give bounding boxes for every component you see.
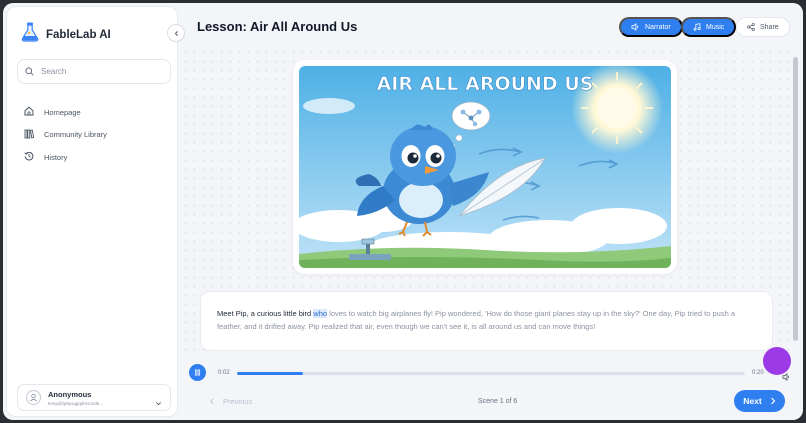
- current-time: 0:02: [218, 370, 230, 376]
- total-time: 0:20: [752, 370, 764, 376]
- sidebar-item-label: Homepage: [44, 107, 81, 117]
- lesson-main: Lesson: Air All Around Us Narrator Music…: [181, 6, 800, 417]
- music-button[interactable]: Music: [681, 17, 737, 37]
- chevron-left-icon: [210, 398, 214, 405]
- user-icon: [29, 393, 38, 402]
- user-menu[interactable]: Anonymous temp@tp9yxqgqdmsonde...: [17, 384, 171, 411]
- brand[interactable]: FableLab AI: [21, 22, 111, 47]
- music-note-icon: [693, 23, 701, 31]
- sidebar: FableLab AI Homepage Community Library: [6, 6, 178, 417]
- chevron-down-icon: [155, 394, 162, 412]
- search-icon: [25, 63, 34, 81]
- collapse-sidebar-button[interactable]: [167, 24, 185, 42]
- story-text: Meet Pip, a curious little bird who love…: [200, 291, 773, 351]
- scene-illustration: AIR ALL AROUND US: [293, 60, 677, 274]
- scene-counter: Scene 1 of 6: [478, 398, 518, 405]
- sidebar-item-label: History: [44, 152, 68, 162]
- speaker-icon: [631, 23, 639, 31]
- avatar: [26, 390, 41, 405]
- progress-track[interactable]: [237, 372, 745, 375]
- next-label: Next: [743, 396, 762, 406]
- story-read-text: Meet Pip, a curious little bird: [217, 309, 314, 318]
- scrollbar-thumb[interactable]: [793, 57, 798, 341]
- user-name: Anonymous: [48, 389, 92, 399]
- library-icon: [24, 129, 35, 141]
- progress-fill: [237, 372, 304, 375]
- help-fab-button[interactable]: [763, 347, 791, 375]
- sidebar-item-community-library[interactable]: Community Library: [24, 124, 107, 147]
- pause-icon: [194, 369, 201, 376]
- story-highlight-word: who: [313, 309, 328, 318]
- scene-navigation: Previous Scene 1 of 6 Next: [181, 388, 793, 417]
- narrator-label: Narrator: [645, 23, 671, 31]
- flask-logo-icon: [21, 22, 39, 47]
- next-button[interactable]: Next: [734, 390, 785, 412]
- illustration-heading: AIR ALL AROUND US: [377, 73, 594, 95]
- sidebar-nav: Homepage Community Library History: [24, 101, 107, 169]
- sidebar-item-homepage[interactable]: Homepage: [24, 101, 107, 124]
- history-icon: [24, 151, 34, 163]
- chevron-right-icon: [770, 397, 776, 405]
- user-email: temp@tp9yxqgqdmsonde...: [48, 400, 104, 406]
- sidebar-item-history[interactable]: History: [24, 146, 107, 169]
- audio-player: 0:02 0:20: [189, 364, 793, 382]
- home-icon: [24, 106, 34, 118]
- share-label: Share: [760, 23, 779, 31]
- music-label: Music: [706, 23, 725, 31]
- app-window: FableLab AI Homepage Community Library: [3, 3, 803, 420]
- share-icon: [747, 23, 755, 31]
- scene-image: AIR ALL AROUND US: [299, 66, 671, 268]
- pause-button[interactable]: [189, 364, 206, 381]
- narrator-button[interactable]: Narrator: [619, 17, 683, 37]
- previous-button[interactable]: Previous: [209, 397, 252, 406]
- search-input[interactable]: [41, 67, 161, 76]
- page-title: Lesson: Air All Around Us: [197, 19, 358, 34]
- chevron-left-icon: [174, 30, 178, 36]
- search-box[interactable]: [17, 59, 171, 84]
- sidebar-item-label: Community Library: [44, 130, 107, 140]
- share-button[interactable]: Share: [736, 17, 790, 37]
- previous-label: Previous: [223, 397, 253, 406]
- app-title: FableLab AI: [46, 28, 111, 41]
